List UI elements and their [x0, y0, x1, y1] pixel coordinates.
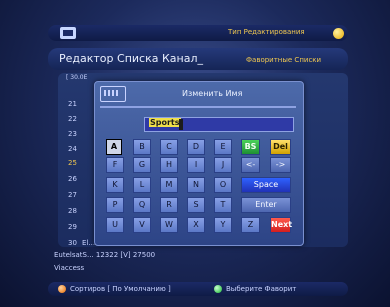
key-t[interactable]: T — [214, 197, 232, 213]
channel-number[interactable]: 29 — [68, 223, 77, 231]
dialog-divider — [100, 106, 296, 108]
sort-label: Сортиров [ По Умолчанию ] — [70, 285, 171, 293]
key-f[interactable]: F — [106, 157, 124, 173]
channel-number[interactable]: 21 — [68, 100, 77, 108]
key-a[interactable]: A — [106, 139, 122, 155]
key-u[interactable]: U — [106, 217, 124, 233]
signal-info: EutelsatS... 12322 [V] 27500 — [54, 251, 156, 259]
page-title: Редактор Списка Канал_ — [59, 52, 203, 65]
channel-number[interactable]: 22 — [68, 115, 77, 123]
key-o[interactable]: O — [214, 177, 232, 193]
channel-number[interactable]: 27 — [68, 191, 77, 199]
key-delete[interactable]: Del — [270, 139, 291, 155]
key-i[interactable]: I — [187, 157, 205, 173]
key-x[interactable]: X — [187, 217, 205, 233]
key-k[interactable]: K — [106, 177, 124, 193]
key-m[interactable]: M — [160, 177, 178, 193]
key-next[interactable]: Next — [270, 217, 292, 233]
channel-number[interactable]: 23 — [68, 130, 77, 138]
key-space[interactable]: Space — [241, 177, 291, 193]
edit-type-label: Тип Редактирования — [228, 28, 305, 36]
channel-number[interactable]: 24 — [68, 145, 77, 153]
key-backspace[interactable]: BS — [241, 139, 260, 155]
key-g[interactable]: G — [133, 157, 151, 173]
key-q[interactable]: Q — [133, 197, 151, 213]
yellow-button-icon[interactable] — [333, 28, 344, 39]
key-h[interactable]: H — [160, 157, 178, 173]
key-l[interactable]: L — [133, 177, 151, 193]
favorites-list-label: Фаворитные Списки — [246, 56, 322, 64]
choose-favorite-label: Выберите Фаворит — [226, 285, 297, 293]
name-input-value: Sports — [149, 118, 181, 127]
key-right-arrow[interactable]: -> — [270, 157, 291, 173]
channel-number[interactable]: 26 — [68, 175, 77, 183]
channel-number[interactable]: 30 — [68, 239, 77, 247]
dialog-title: Изменить Имя — [182, 89, 243, 98]
key-v[interactable]: V — [133, 217, 151, 233]
ca-system-info: Viaccess — [54, 264, 85, 272]
key-y[interactable]: Y — [214, 217, 232, 233]
green-button-icon[interactable] — [214, 285, 222, 293]
key-d[interactable]: D — [187, 139, 205, 155]
keyboard-icon — [100, 86, 126, 102]
orange-button-icon[interactable] — [58, 285, 66, 293]
key-j[interactable]: J — [214, 157, 232, 173]
key-b[interactable]: B — [133, 139, 151, 155]
key-left-arrow[interactable]: <- — [241, 157, 260, 173]
key-p[interactable]: P — [106, 197, 124, 213]
text-cursor — [179, 119, 183, 130]
channel-number[interactable]: 28 — [68, 207, 77, 215]
tv-icon — [60, 27, 76, 39]
key-r[interactable]: R — [160, 197, 178, 213]
channel-number-highlighted[interactable]: 25 — [68, 159, 77, 167]
key-e[interactable]: E — [214, 139, 232, 155]
key-z[interactable]: Z — [241, 217, 260, 233]
key-w[interactable]: W — [160, 217, 178, 233]
channel-list-first-row: [ 30.0E — [66, 74, 88, 81]
key-n[interactable]: N — [187, 177, 205, 193]
key-s[interactable]: S — [187, 197, 205, 213]
key-enter[interactable]: Enter — [241, 197, 291, 213]
key-c[interactable]: C — [160, 139, 178, 155]
